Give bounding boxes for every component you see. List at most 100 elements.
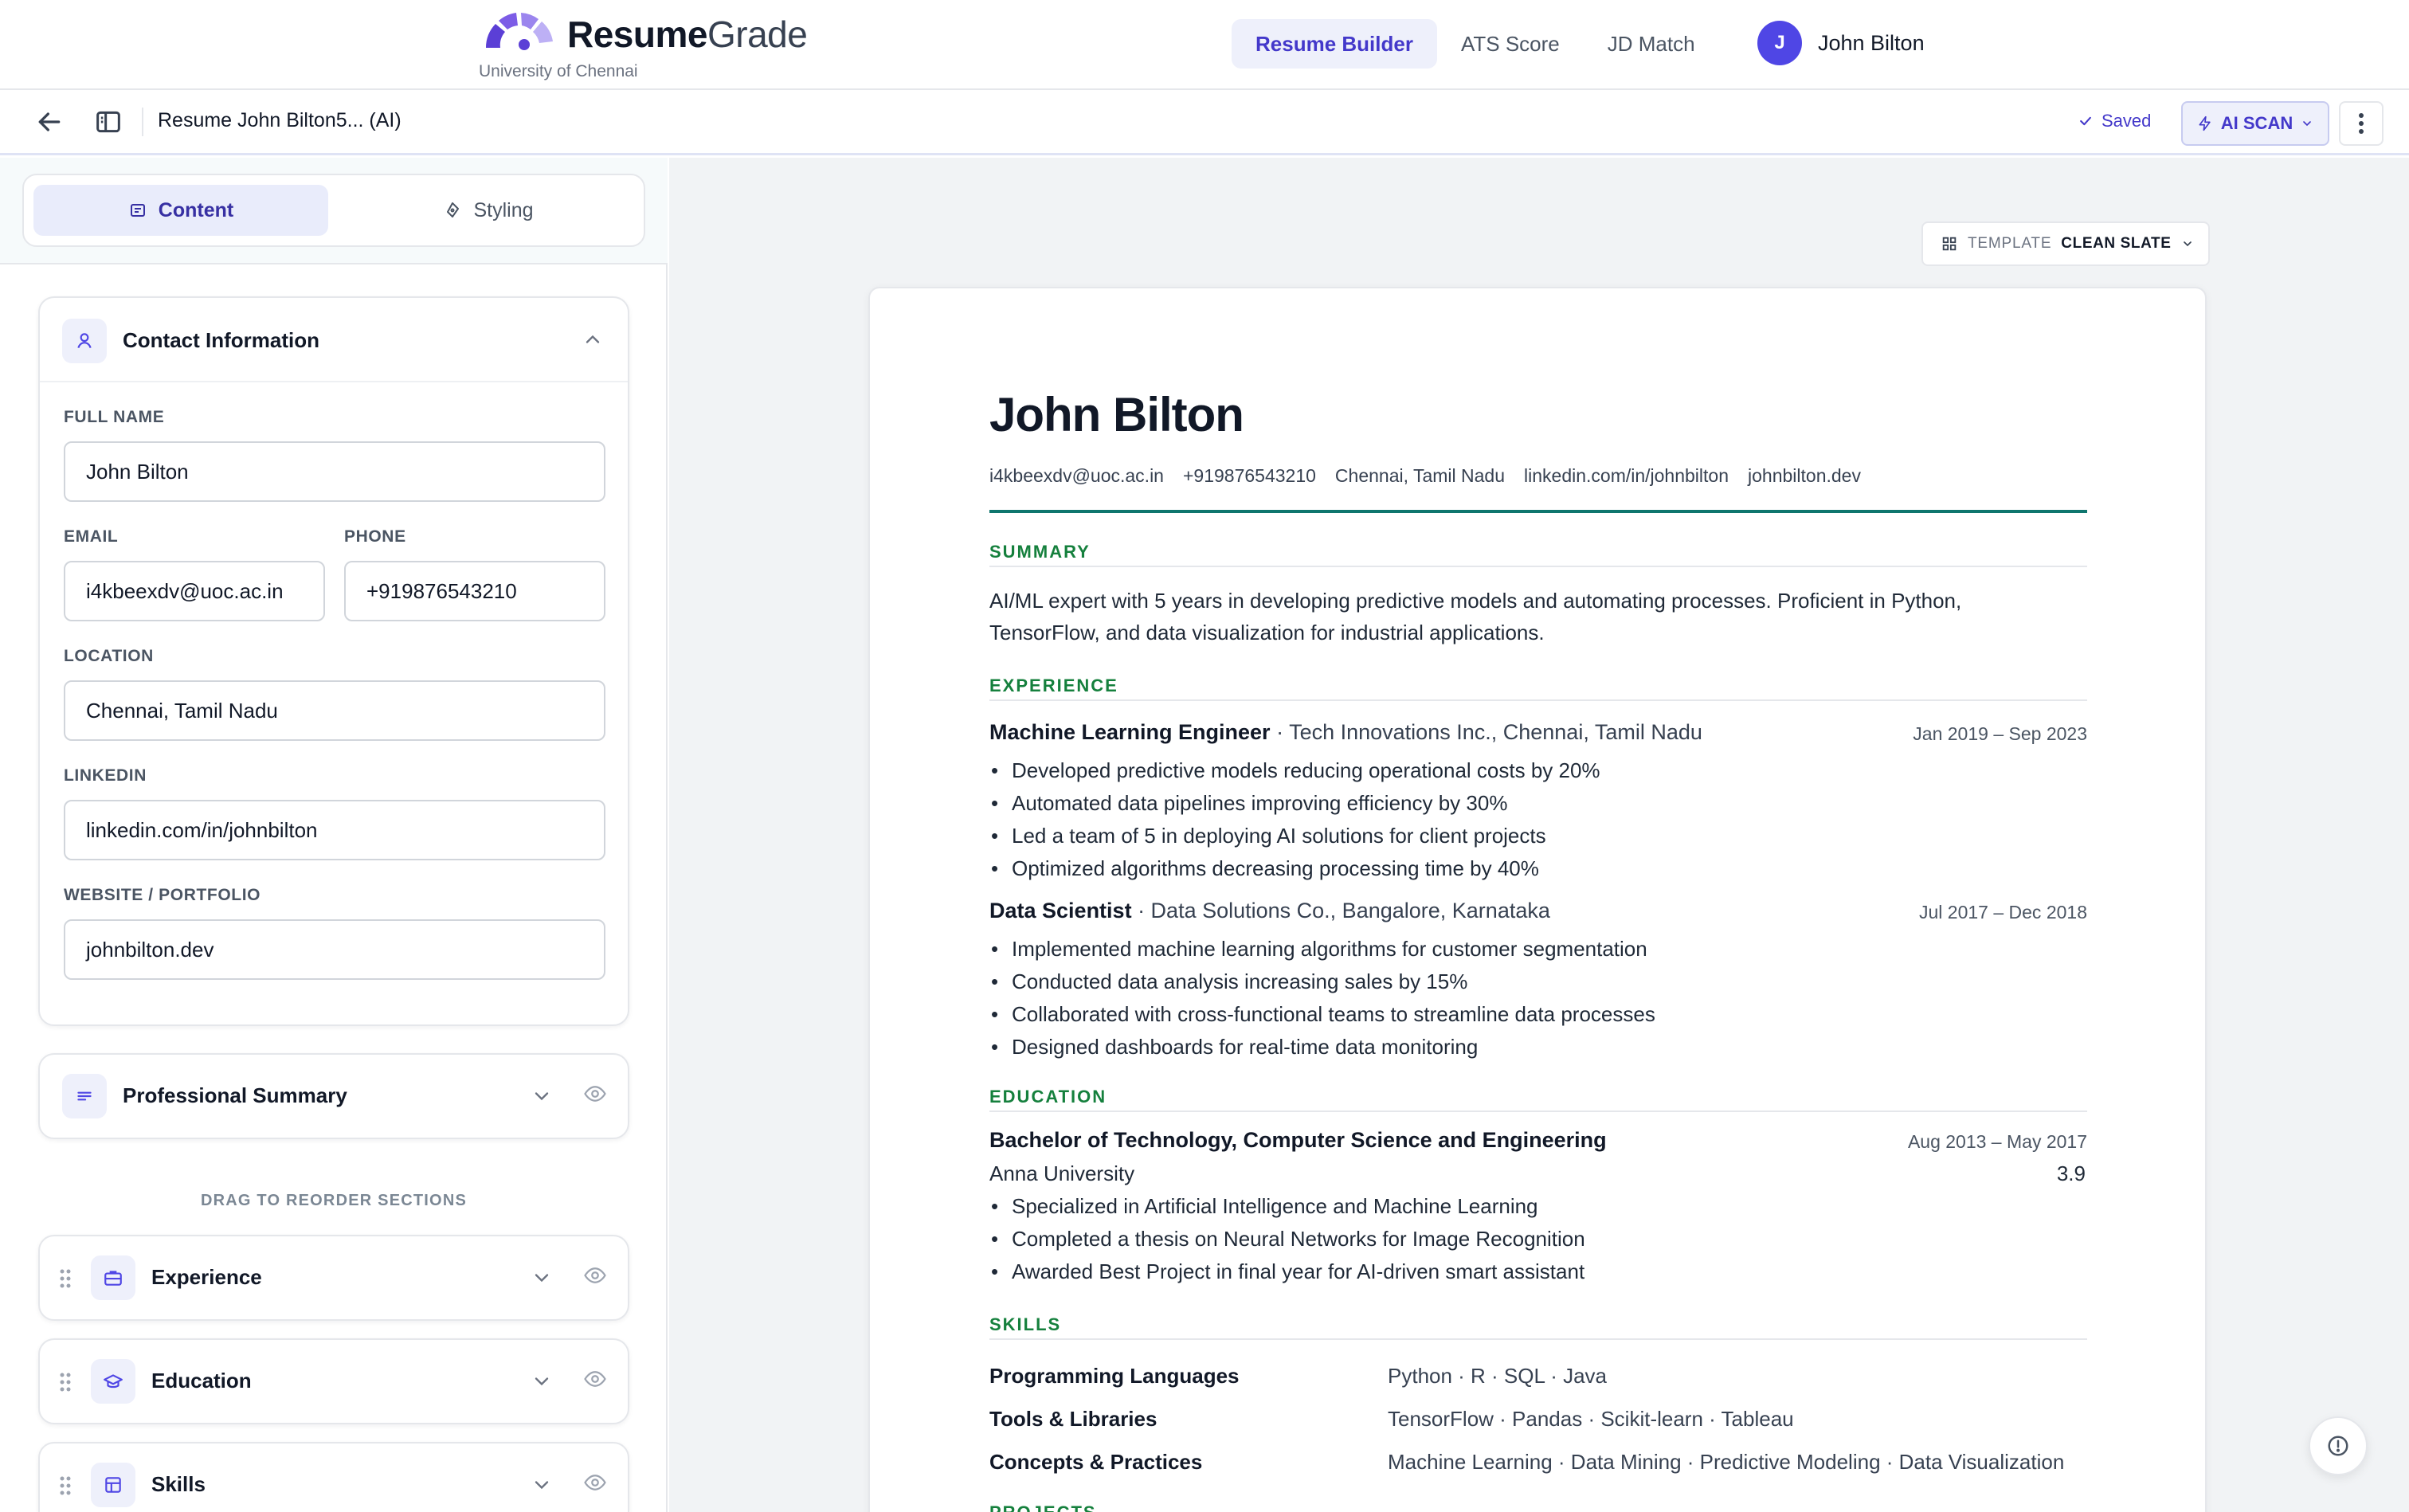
- resume-name: John Bilton: [989, 388, 1244, 441]
- drag-handle-icon[interactable]: [59, 1372, 72, 1393]
- chevron-up-icon[interactable]: [582, 328, 604, 351]
- education-bullet: Completed a thesis on Neural Networks fo…: [989, 1227, 2057, 1252]
- job-bullet: Implemented machine learning algorithms …: [989, 937, 2057, 962]
- chevron-down-icon[interactable]: [531, 1267, 553, 1289]
- eye-icon[interactable]: [583, 1471, 607, 1494]
- job-company: · Tech Innovations Inc., Chennai, Tamil …: [1270, 720, 1702, 744]
- job-dates: Jul 2017 – Dec 2018: [1919, 902, 2087, 922]
- arrow-left-icon[interactable]: [33, 106, 65, 138]
- help-circle-icon: [2328, 1436, 2348, 1456]
- linkedin-field[interactable]: linkedin.com/in/johnbilton: [64, 800, 605, 860]
- summary-section-icon: [62, 1074, 107, 1118]
- degree-title: Bachelor of Technology, Computer Science…: [989, 1128, 1607, 1152]
- contact-info-card: Contact Information FULL NAME John Bilto…: [38, 296, 629, 1026]
- more-options-button[interactable]: [2339, 101, 2384, 146]
- document-title[interactable]: Resume John Bilton5... (AI): [158, 109, 402, 132]
- header-divider: [989, 510, 2087, 513]
- preview-panel: TEMPLATE CLEAN SLATE John Bilton i4kbeex…: [669, 158, 2409, 1512]
- education-heading: EDUCATION: [989, 1087, 2087, 1112]
- editor-tabs-bar: Content Styling: [0, 158, 668, 264]
- skills-heading-text: SKILLS: [989, 1314, 1062, 1334]
- help-button[interactable]: [2309, 1416, 2368, 1475]
- sidebar-panel-icon[interactable]: [92, 106, 124, 138]
- tab-content[interactable]: Content: [33, 185, 328, 236]
- palette-icon: [447, 202, 460, 217]
- summary-text: AI/ML expert with 5 years in developing …: [989, 589, 1962, 644]
- gpa-value: 3.9: [2056, 1161, 2086, 1185]
- graduation-cap-icon: [104, 1374, 123, 1389]
- skills-heading: SKILLS: [989, 1314, 2087, 1340]
- contact-info-header[interactable]: Contact Information: [40, 298, 628, 382]
- toolbar-divider: [142, 108, 143, 136]
- user-name: John Bilton: [1818, 30, 1925, 55]
- nav-tab-jd-match[interactable]: JD Match: [1584, 19, 1719, 69]
- education-bullet: Specialized in Artificial Intelligence a…: [989, 1194, 2057, 1219]
- save-status: Saved: [2078, 111, 2151, 131]
- email-field[interactable]: i4kbeexdv@uoc.ac.in: [64, 561, 325, 621]
- saved-label: Saved: [2102, 111, 2152, 131]
- chevron-down-icon[interactable]: [531, 1370, 553, 1393]
- brand-subtitle: University of Chennai: [479, 62, 638, 80]
- top-navbar: ResumeGrade University of Chennai Resume…: [0, 0, 2409, 90]
- drag-reorder-hint: DRAG TO REORDER SECTIONS: [200, 1192, 467, 1209]
- template-selector[interactable]: TEMPLATE CLEAN SLATE: [1921, 221, 2210, 266]
- chevron-down-icon: [2303, 121, 2312, 127]
- user-menu[interactable]: J John Bilton: [1757, 21, 1925, 65]
- phone-label: PHONE: [344, 527, 406, 546]
- resume-contact-website: johnbilton.dev: [1748, 465, 1861, 486]
- education-heading-text: EDUCATION: [989, 1087, 1107, 1107]
- full-name-field[interactable]: John Bilton: [64, 441, 605, 502]
- template-value: CLEAN SLATE: [2061, 235, 2172, 252]
- eye-icon[interactable]: [583, 1082, 607, 1106]
- drag-handle-icon[interactable]: [59, 1475, 72, 1496]
- skill-items: TensorFlow · Pandas · Scikit-learn · Tab…: [1388, 1407, 1794, 1431]
- contact-info-title: Contact Information: [123, 328, 319, 352]
- skill-category: Concepts & Practices: [989, 1450, 1203, 1474]
- chevron-down-icon: [2183, 241, 2192, 247]
- editor-panel: Content Styling Contact Information FULL…: [0, 158, 668, 1512]
- document-icon: [130, 204, 145, 217]
- skill-items: Python · R · SQL · Java: [1388, 1364, 1608, 1388]
- skills-section-card[interactable]: Skills: [38, 1442, 629, 1512]
- skills-section-title: Skills: [151, 1472, 206, 1496]
- experience-section-card[interactable]: Experience: [38, 1235, 629, 1321]
- tab-styling[interactable]: Styling: [341, 185, 636, 236]
- job-bullet: Designed dashboards for real-time data m…: [989, 1035, 2057, 1060]
- drag-handle-icon[interactable]: [59, 1268, 72, 1289]
- nav-tab-resume-builder[interactable]: Resume Builder: [1232, 19, 1437, 69]
- skill-category: Tools & Libraries: [989, 1407, 1157, 1431]
- resume-contacts: i4kbeexdv@uoc.ac.in +919876543210 Chenna…: [989, 465, 1861, 487]
- editor-toolbar: Resume John Bilton5... (AI) Saved AI SCA…: [0, 90, 2409, 155]
- projects-heading-text: PROJECTS: [989, 1502, 2087, 1512]
- semicircle-dots-logo-icon: [485, 13, 553, 50]
- skill-items: Machine Learning · Data Mining · Predict…: [1388, 1450, 2065, 1474]
- chevron-down-icon[interactable]: [531, 1085, 553, 1107]
- brand-name: ResumeGrade: [567, 14, 808, 55]
- chevron-down-icon[interactable]: [531, 1474, 553, 1496]
- education-dates: Aug 2013 – May 2017: [1907, 1131, 2087, 1152]
- job-entry: Machine Learning Engineer · Tech Innovat…: [989, 720, 2087, 752]
- eye-icon[interactable]: [583, 1367, 607, 1391]
- resume-contact-location: Chennai, Tamil Nadu: [1334, 465, 1506, 486]
- briefcase-icon: [104, 1271, 122, 1286]
- website-label: WEBSITE / PORTFOLIO: [64, 886, 261, 904]
- grid-icon: [105, 1477, 121, 1493]
- education-entry: Bachelor of Technology, Computer Science…: [989, 1128, 2087, 1160]
- experience-heading: EXPERIENCE: [989, 676, 2087, 701]
- phone-field[interactable]: +919876543210: [344, 561, 605, 621]
- tab-styling-label: Styling: [473, 198, 534, 221]
- eye-icon[interactable]: [583, 1263, 607, 1287]
- summary-section-card[interactable]: Professional Summary: [38, 1053, 629, 1139]
- education-section-card[interactable]: Education: [38, 1338, 629, 1424]
- avatar[interactable]: J: [1757, 21, 1802, 65]
- summary-heading: SUMMARY: [989, 542, 2087, 567]
- ai-scan-button[interactable]: AI SCAN: [2181, 101, 2329, 146]
- nav-tab-ats-score[interactable]: ATS Score: [1437, 19, 1584, 69]
- experience-section-icon: [91, 1255, 135, 1300]
- education-section-title: Education: [151, 1369, 252, 1393]
- website-field[interactable]: johnbilton.dev: [64, 919, 605, 980]
- education-bullet: Awarded Best Project in final year for A…: [989, 1259, 2057, 1284]
- full-name-label: FULL NAME: [64, 408, 165, 426]
- resume-preview: John Bilton i4kbeexdv@uoc.ac.in +9198765…: [868, 287, 2207, 1512]
- location-field[interactable]: Chennai, Tamil Nadu: [64, 680, 605, 741]
